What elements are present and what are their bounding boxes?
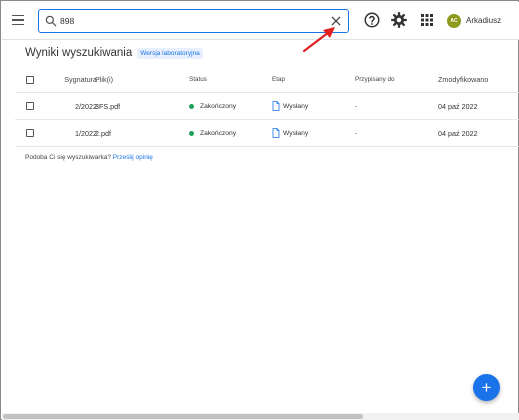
results-table: Sygnatura Plik(i) Status Etap Przypisany… <box>15 67 519 147</box>
stage-cell: Wysłany <box>272 120 308 146</box>
app-window: AC Arkadiusz Wyniki wyszukiwania Wersja … <box>0 0 519 420</box>
lab-version-badge: Wersja laboratoryjna <box>137 47 203 59</box>
feedback-link[interactable]: Prześlij opinię <box>113 154 153 161</box>
row-select-cell <box>26 93 34 119</box>
assigned-cell: - <box>355 102 358 110</box>
column-header-signature[interactable]: Sygnatura <box>53 67 97 92</box>
status-cell: Zakończony <box>189 120 236 146</box>
search-icon <box>45 15 57 27</box>
plus-icon: + <box>481 378 492 397</box>
stage-text: Wysłany <box>283 102 309 110</box>
status-dot-icon <box>189 130 194 136</box>
assigned-cell: - <box>355 129 358 137</box>
menu-icon[interactable] <box>8 10 28 30</box>
stage-cell: Wysłany <box>272 93 308 119</box>
select-all-checkbox[interactable] <box>26 75 34 84</box>
search-input[interactable] <box>60 13 320 29</box>
search-box[interactable] <box>38 9 349 33</box>
page-title: Wyniki wyszukiwania <box>25 47 133 59</box>
file-cell[interactable]: 3FS.pdf <box>95 93 120 119</box>
row-select-cell <box>26 120 34 146</box>
table-row[interactable]: 1/2022 2.pdf Zakończony Wysłany - 04 paź… <box>15 120 519 147</box>
user-menu[interactable]: AC Arkadiusz <box>447 12 501 29</box>
gear-icon[interactable] <box>390 11 408 29</box>
apps-grid-icon[interactable] <box>418 11 436 29</box>
select-all-cell <box>26 67 34 92</box>
status-text: Zakończony <box>200 102 237 110</box>
signature-cell: 1/2022 <box>75 128 97 138</box>
row-checkbox[interactable] <box>26 102 34 110</box>
column-header-stage[interactable]: Etap <box>272 67 285 92</box>
feedback-prompt: Podoba Ci się wyszukiwarka? Prześlij opi… <box>25 154 153 161</box>
header-divider <box>2 39 519 40</box>
file-cell[interactable]: 2.pdf <box>95 120 111 146</box>
modified-cell: 04 paź 2022 <box>438 101 478 111</box>
scrollbar-thumb[interactable] <box>3 414 363 419</box>
top-bar: AC Arkadiusz <box>2 2 519 39</box>
column-header-modified[interactable]: Zmodyfikowano <box>438 67 488 92</box>
avatar: AC <box>447 13 461 28</box>
document-icon <box>272 128 280 138</box>
signature-cell: 2/2022 <box>75 101 97 111</box>
status-dot-icon <box>189 103 194 109</box>
modified-cell: 04 paź 2022 <box>438 128 478 138</box>
user-name: Arkadiusz <box>466 16 502 25</box>
page-heading: Wyniki wyszukiwania Wersja laboratoryjna <box>25 47 203 59</box>
stage-text: Wysłany <box>283 129 309 137</box>
horizontal-scrollbar[interactable] <box>2 413 519 420</box>
add-button[interactable]: + <box>473 374 500 401</box>
row-checkbox[interactable] <box>26 129 34 137</box>
column-header-assigned[interactable]: Przypisany do <box>355 67 395 92</box>
status-cell: Zakończony <box>189 93 236 119</box>
column-header-status[interactable]: Status <box>189 67 207 92</box>
close-icon[interactable] <box>329 14 343 28</box>
column-header-files[interactable]: Plik(i) <box>95 67 113 92</box>
status-text: Zakończony <box>200 129 237 137</box>
table-header-row: Sygnatura Plik(i) Status Etap Przypisany… <box>15 67 519 93</box>
table-row[interactable]: 2/2022 3FS.pdf Zakończony Wysłany - 04 p… <box>15 93 519 120</box>
feedback-text: Podoba Ci się wyszukiwarka? <box>25 154 111 161</box>
help-icon[interactable] <box>363 11 381 29</box>
document-icon <box>272 101 280 111</box>
